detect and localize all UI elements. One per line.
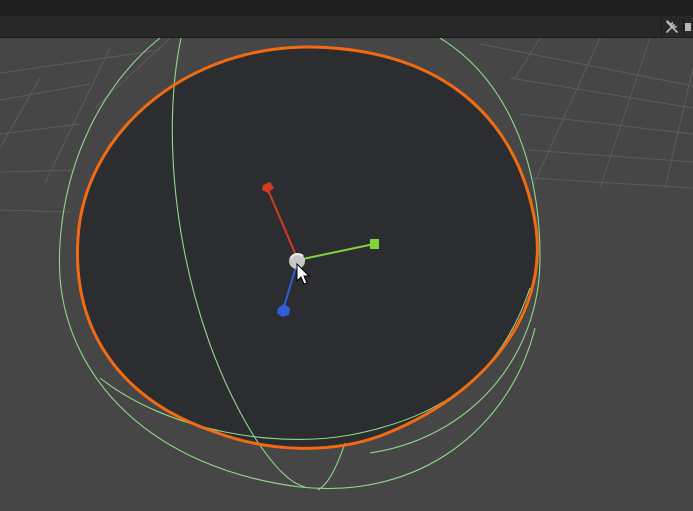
scene-viewport[interactable] xyxy=(0,38,693,511)
title-strip xyxy=(0,0,693,16)
wrench-screwdriver-icon xyxy=(666,20,678,33)
scene-toolbar xyxy=(0,16,693,38)
x-axis-handle-cap[interactable] xyxy=(370,239,379,249)
scene-canvas[interactable] xyxy=(0,38,693,511)
panel-menu-button[interactable] xyxy=(683,18,693,36)
tools-button[interactable] xyxy=(661,18,682,36)
panel-menu-icon xyxy=(685,23,691,31)
scene-view-window xyxy=(0,0,693,511)
